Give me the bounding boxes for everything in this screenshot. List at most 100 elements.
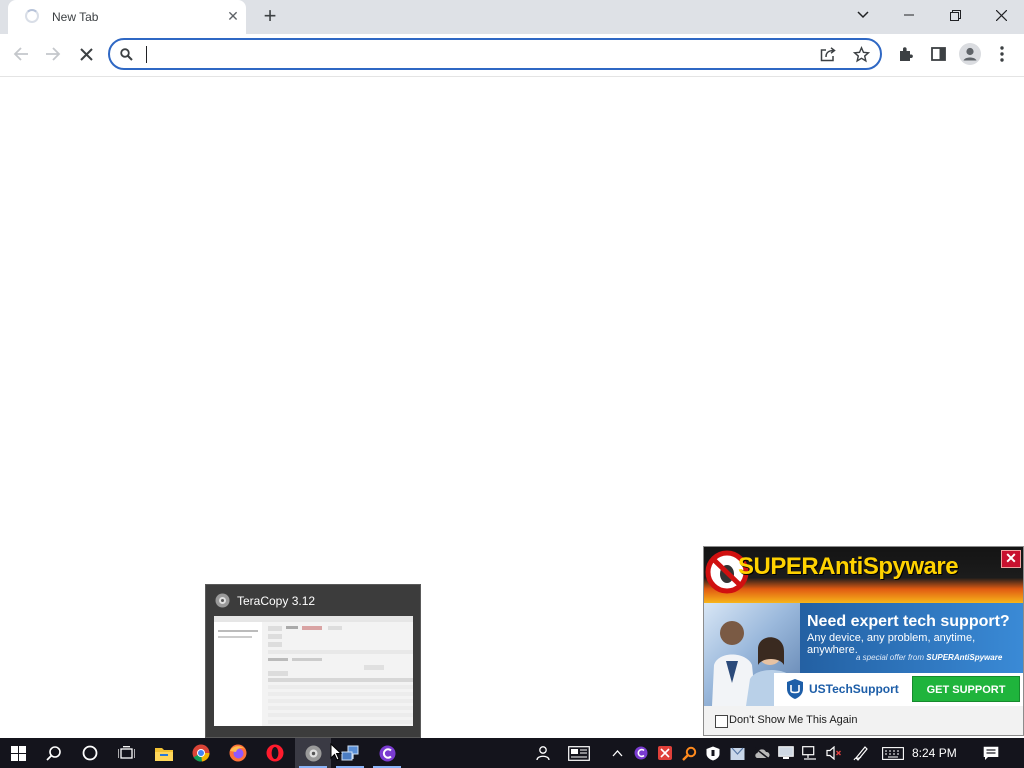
tray-search[interactable] (680, 738, 698, 768)
taskbar-file-explorer[interactable] (146, 738, 182, 768)
pen-workspace-button[interactable] (850, 738, 872, 768)
kebab-menu-icon (1000, 46, 1004, 62)
people-button[interactable] (534, 738, 554, 768)
ccleaner-tray-icon (634, 746, 648, 760)
task-view-button[interactable] (108, 738, 144, 768)
share-icon[interactable] (820, 47, 836, 62)
dont-show-again-label[interactable]: Don't Show Me This Again (729, 714, 857, 726)
address-bar[interactable] (108, 38, 882, 70)
taskbar-opera[interactable] (257, 738, 293, 768)
tray-cloud[interactable] (752, 738, 772, 768)
touch-keyboard-button[interactable] (880, 738, 906, 768)
mouse-pointer-icon (330, 743, 342, 761)
notifications-icon (983, 746, 999, 760)
cortana-button[interactable] (72, 738, 108, 768)
opera-icon (266, 744, 284, 762)
forward-arrow-icon (46, 47, 61, 61)
search-tray-icon (681, 746, 696, 761)
restore-button[interactable] (932, 0, 978, 30)
back-button[interactable] (6, 39, 36, 69)
taskbar-search-button[interactable] (36, 738, 72, 768)
start-button[interactable] (0, 738, 36, 768)
side-panel-button[interactable] (923, 39, 953, 69)
superantispyware-ad-popup: SUPERAntiSpyware ✕ Need expert tech supp… (703, 546, 1024, 736)
firefox-icon (229, 744, 247, 762)
preview-title: TeraCopy 3.12 (237, 594, 316, 608)
windows-start-icon (10, 745, 26, 761)
search-icon (46, 746, 61, 761)
cortana-icon (82, 745, 98, 761)
star-icon[interactable] (853, 46, 870, 63)
ad-headline: Need expert tech support? (807, 613, 1010, 630)
teracopy-icon (305, 745, 321, 761)
new-tab-button[interactable]: + (258, 5, 282, 29)
teracopy-icon (215, 593, 230, 608)
tab-new-tab[interactable]: New Tab ✕ (8, 0, 246, 34)
taskbar-firefox[interactable] (220, 738, 256, 768)
search-icon (120, 48, 133, 61)
get-support-button[interactable]: GET SUPPORT (912, 676, 1020, 702)
network-app-icon (341, 745, 359, 760)
network-icon (802, 746, 816, 760)
show-hidden-icons-button[interactable] (608, 738, 626, 768)
loading-spinner-icon (25, 9, 39, 23)
tray-ccleaner[interactable] (632, 738, 650, 768)
preview-thumbnail (214, 616, 413, 726)
shield-icon (787, 679, 803, 699)
news-button[interactable] (566, 738, 592, 768)
tab-search-button[interactable] (840, 0, 886, 30)
tray-box[interactable] (727, 738, 747, 768)
ad-close-button[interactable]: ✕ (1001, 550, 1021, 568)
taskbar-teracopy[interactable] (295, 738, 331, 768)
tray-security[interactable] (704, 738, 722, 768)
browser-toolbar (0, 34, 1024, 77)
tab-close-button[interactable]: ✕ (224, 7, 242, 25)
people-icon (536, 746, 550, 761)
ad-offer-brand: SUPERAntiSpyware (926, 653, 1003, 662)
close-window-button[interactable] (978, 0, 1024, 30)
profile-button[interactable] (955, 39, 985, 69)
stop-icon (79, 47, 93, 61)
tray-box-icon (730, 747, 744, 760)
teracopy-thumbnail-preview[interactable]: TeraCopy 3.12 (205, 584, 421, 738)
chrome-menu-button[interactable] (987, 39, 1017, 69)
back-arrow-icon (13, 47, 28, 61)
tray-app-icon (658, 746, 672, 760)
task-view-icon (117, 745, 135, 759)
tray-monitor[interactable] (776, 738, 796, 768)
dont-show-again-checkbox[interactable] (715, 715, 728, 728)
ccleaner-icon (379, 745, 395, 761)
ad-offer-prefix: a special offer from (856, 653, 925, 662)
taskbar-ccleaner[interactable] (369, 738, 405, 768)
minimize-button[interactable] (886, 0, 932, 30)
tray-monitor-icon (778, 746, 794, 759)
security-shield-icon (706, 746, 720, 760)
tray-cloud-icon (754, 746, 770, 760)
ad-offer-line: a special offer from SUPERAntiSpyware (856, 653, 1002, 662)
action-center-button[interactable] (980, 738, 1002, 768)
stop-loading-button[interactable] (71, 39, 101, 69)
news-icon (568, 745, 590, 761)
chevron-down-icon (857, 11, 869, 19)
windows-taskbar: 8:24 PM (0, 738, 1024, 768)
chrome-icon (192, 744, 210, 762)
taskbar-clock[interactable]: 8:24 PM (912, 746, 957, 760)
volume-button[interactable] (824, 738, 844, 768)
restore-icon (949, 9, 961, 21)
tab-title: New Tab (52, 10, 99, 24)
keyboard-icon (882, 746, 904, 760)
ad-cta-strip: USTechSupport GET SUPPORT (774, 673, 1023, 706)
extensions-button[interactable] (891, 39, 921, 69)
taskbar-chrome[interactable] (183, 738, 219, 768)
chevron-up-icon (612, 749, 622, 756)
text-caret (146, 46, 147, 63)
profile-icon (959, 43, 981, 65)
ad-brand-title: SUPERAntiSpyware (738, 553, 959, 580)
pen-icon (853, 746, 868, 761)
ustechsupport-logo-text: USTechSupport (809, 682, 899, 696)
ad-body[interactable]: Need expert tech support? Any device, an… (704, 603, 1023, 706)
tray-app[interactable] (656, 738, 674, 768)
volume-muted-icon (826, 746, 841, 760)
forward-button[interactable] (38, 39, 68, 69)
network-status[interactable] (800, 738, 820, 768)
